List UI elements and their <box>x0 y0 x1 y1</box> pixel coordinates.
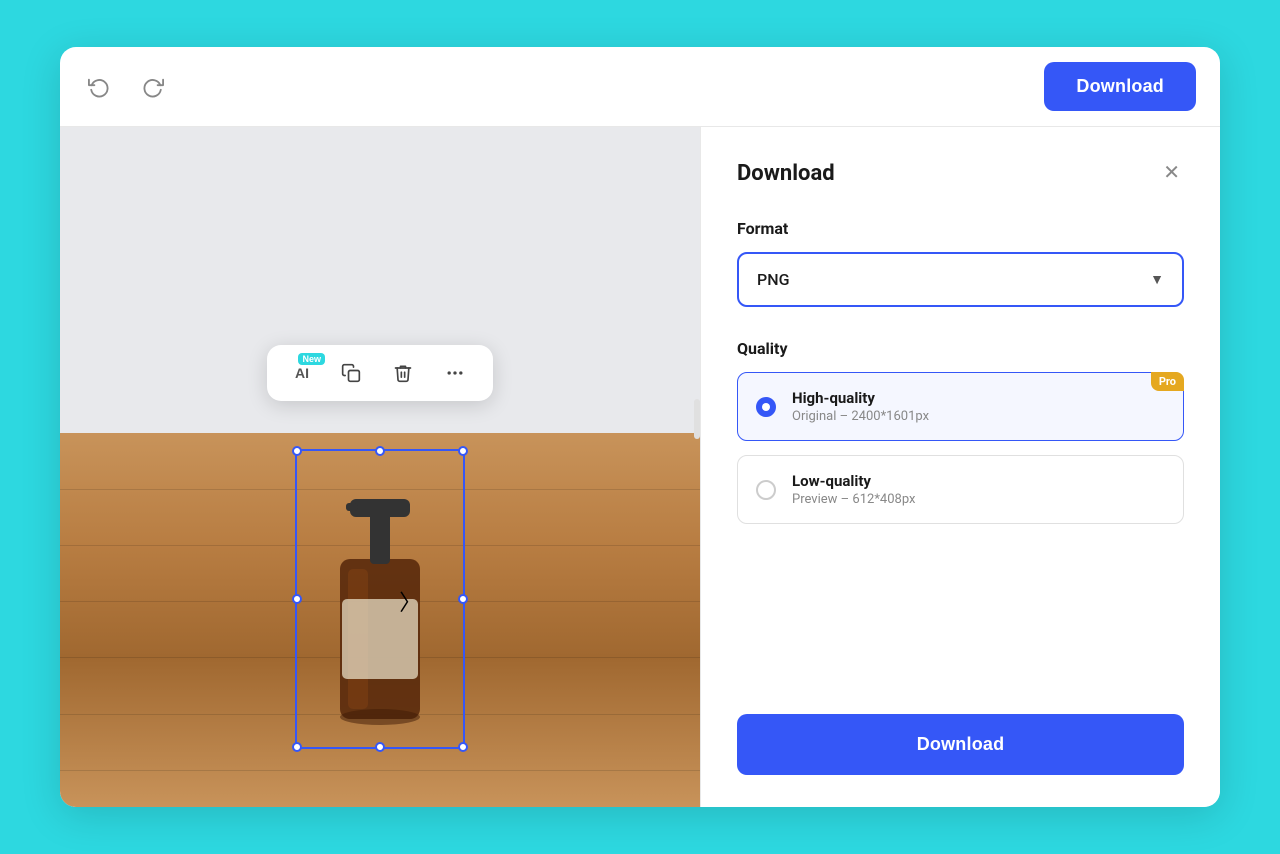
format-label: Format <box>737 219 1184 238</box>
redo-button[interactable] <box>138 72 168 102</box>
chevron-down-icon: ▼ <box>1150 271 1164 288</box>
download-panel-button[interactable]: Download <box>737 714 1184 775</box>
radio-inner-high <box>762 403 770 411</box>
selection-box <box>295 449 465 749</box>
quality-section: Quality High-quality Original – 2400*160… <box>737 339 1184 556</box>
undo-button[interactable] <box>84 72 114 102</box>
handle-mid-left[interactable] <box>292 594 302 604</box>
format-dropdown[interactable]: PNG ▼ <box>737 252 1184 307</box>
format-section: Format PNG ▼ <box>737 219 1184 339</box>
radio-low <box>756 480 776 500</box>
more-options-button[interactable] <box>433 355 477 391</box>
handle-bot-left[interactable] <box>292 742 302 752</box>
handle-bot-mid[interactable] <box>375 742 385 752</box>
panel-title: Download <box>737 161 835 186</box>
quality-option-high[interactable]: High-quality Original – 2400*1601px Pro <box>737 372 1184 441</box>
quality-detail-low: Preview – 612*408px <box>792 492 916 507</box>
handle-top-left[interactable] <box>292 446 302 456</box>
copy-layer-button[interactable] <box>329 355 373 391</box>
handle-mid-right[interactable] <box>458 594 468 604</box>
toolbar: Download <box>60 47 1220 127</box>
format-dropdown-wrapper: PNG ▼ <box>737 252 1184 307</box>
quality-text-low: Low-quality Preview – 612*408px <box>792 472 916 507</box>
quality-text-high: High-quality Original – 2400*1601px <box>792 389 929 424</box>
toolbar-left <box>84 72 168 102</box>
quality-options: High-quality Original – 2400*1601px Pro … <box>737 372 1184 524</box>
ai-button[interactable]: AI New <box>283 357 321 389</box>
quality-detail-high: Original – 2400*1601px <box>792 409 929 424</box>
quality-option-low[interactable]: Low-quality Preview – 612*408px <box>737 455 1184 524</box>
quality-name-low: Low-quality <box>792 472 916 490</box>
close-panel-button[interactable]: ✕ <box>1159 159 1184 187</box>
new-badge: New <box>298 353 325 365</box>
format-value: PNG <box>757 270 789 289</box>
ai-icon: AI <box>295 365 309 381</box>
app-window: Download AI New <box>60 47 1220 807</box>
handle-top-mid[interactable] <box>375 446 385 456</box>
canvas-area: AI New <box>60 127 700 807</box>
panel-header: Download ✕ <box>737 159 1184 187</box>
floating-toolbar: AI New <box>267 345 493 401</box>
quality-label: Quality <box>737 339 1184 358</box>
pro-badge: Pro <box>1151 372 1184 391</box>
download-panel: Download ✕ Format PNG ▼ Quality <box>700 127 1220 807</box>
delete-button[interactable] <box>381 355 425 391</box>
quality-name-high: High-quality <box>792 389 929 407</box>
handle-top-right[interactable] <box>458 446 468 456</box>
panel-drag-handle[interactable] <box>694 399 700 439</box>
download-header-button[interactable]: Download <box>1044 62 1196 111</box>
handle-bot-right[interactable] <box>458 742 468 752</box>
radio-high <box>756 397 776 417</box>
bottle-container <box>310 459 450 739</box>
main-content: AI New <box>60 127 1220 807</box>
